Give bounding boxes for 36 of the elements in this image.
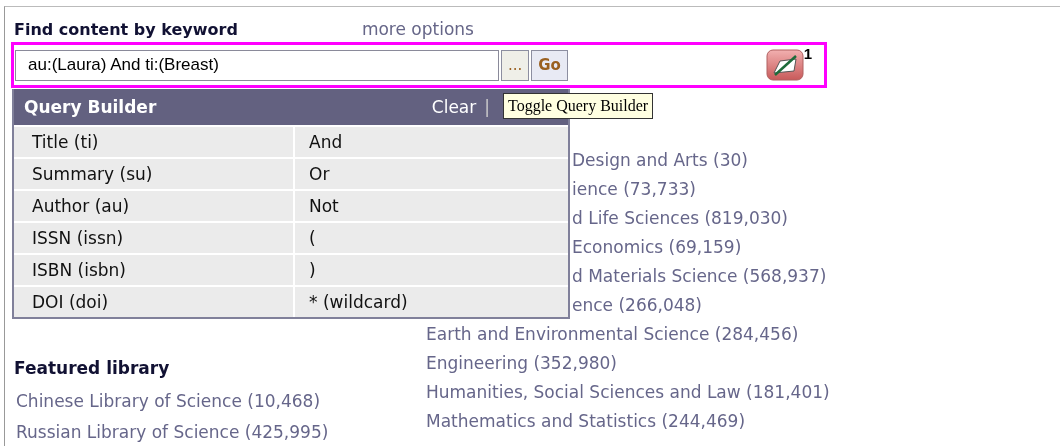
subject-link[interactable]: Economics (69,159) [572,233,742,262]
subject-link[interactable]: Mathematics and Statistics (244,469) [426,407,746,436]
section-heading: Featured library [14,358,171,378]
panel-title: Query Builder [24,97,157,117]
subject-link[interactable]: Humanities, Social Sciences and Law (181,401) [426,378,830,407]
subject-link[interactable]: Earth and Environmental Science (284,456) [426,320,799,349]
operator-option[interactable]: Not [293,191,568,221]
tooltip: Toggle Query Builder [503,93,654,119]
browse-button[interactable]: ... [501,49,530,81]
search-field[interactable]: au:(Laura) And ti:(Breast) [15,49,499,81]
operator-option[interactable]: ) [293,255,568,285]
subject-link[interactable]: d Materials Science (568,937) [572,262,827,291]
field-option[interactable]: Summary (su) [14,159,293,189]
library-link[interactable]: Russian Library of Science (425,995) [14,417,426,446]
clear-link[interactable]: Clear [431,97,477,117]
field-option[interactable]: DOI (doi) [14,287,293,317]
operator-option[interactable]: And [293,127,568,157]
go-button[interactable]: Go [531,49,568,81]
field-option[interactable]: ISSN (issn) [14,223,293,253]
subject-link[interactable]: Engineering (352,980) [426,349,617,378]
field-option[interactable]: ISBN (isbn) [14,255,293,285]
library-link[interactable]: Chinese Library of Science (10,468) [14,386,426,417]
section-heading: Find content by keyword [14,20,238,39]
pen-on-paper-icon[interactable] [765,49,804,81]
more-options-link[interactable]: more options [361,19,474,39]
operator-option[interactable]: ( [293,223,568,253]
operator-option[interactable]: * (wildcard) [293,287,568,317]
field-option[interactable]: Title (ti) [14,127,293,157]
subject-link[interactable]: ience (73,733) [572,175,696,204]
number-label: 1 [803,45,812,62]
field-option[interactable]: Author (au) [14,191,293,221]
subject-link[interactable]: Design and Arts (30) [572,146,748,175]
separator: | [484,97,490,117]
subject-link[interactable]: ence (266,048) [572,291,702,320]
operator-option[interactable]: Or [293,159,568,189]
subject-link[interactable]: d Life Sciences (819,030) [572,204,788,233]
